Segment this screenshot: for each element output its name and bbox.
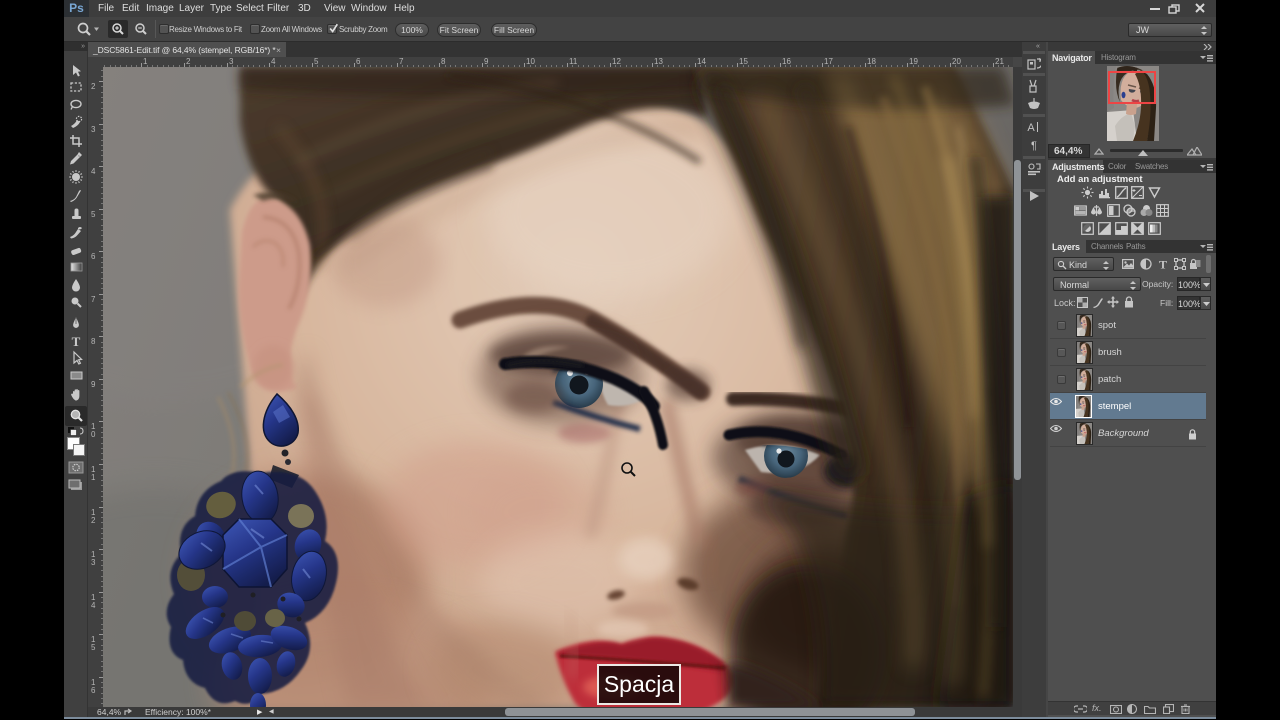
svg-text:T: T <box>1159 258 1167 270</box>
svg-text:¶: ¶ <box>1031 140 1037 152</box>
svg-text:A: A <box>1027 122 1035 134</box>
svg-text:T: T <box>72 334 81 349</box>
